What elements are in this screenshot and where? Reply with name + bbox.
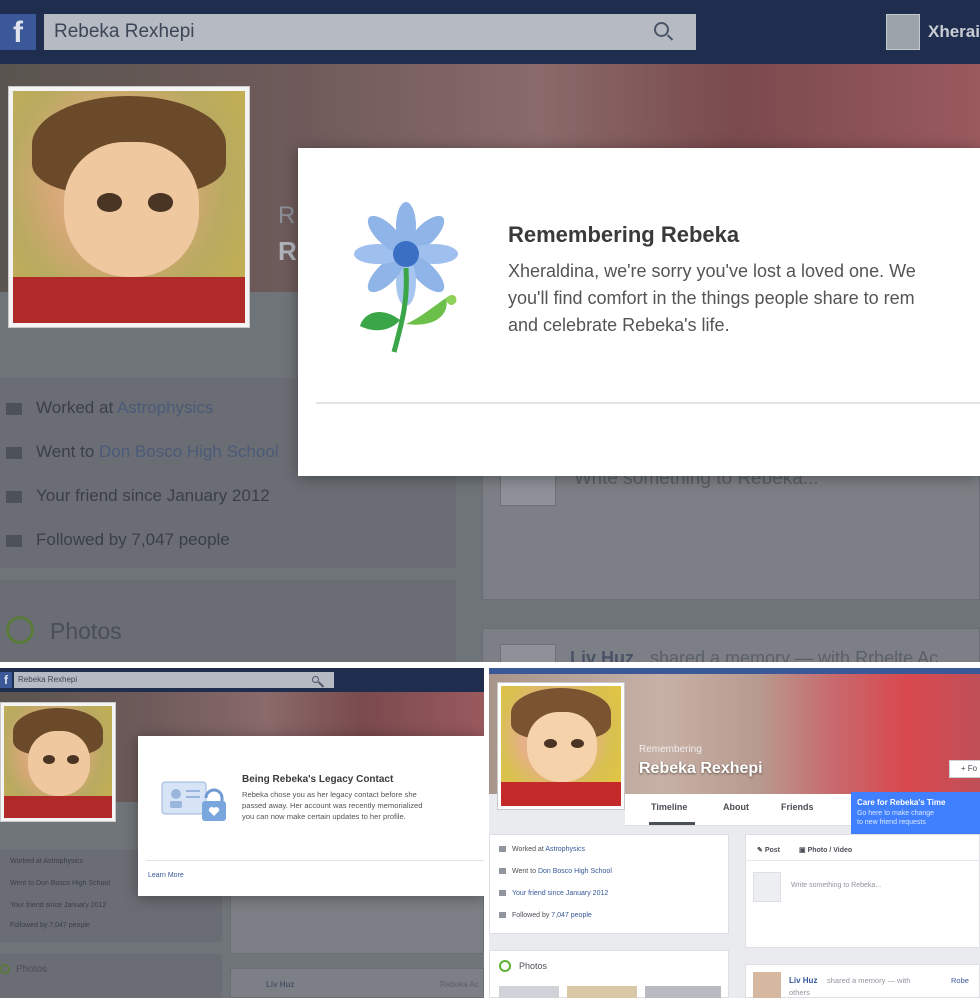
tab-about[interactable]: About <box>723 802 749 812</box>
legacy-card-icon <box>161 781 226 821</box>
post-tab[interactable]: ✎ Post <box>757 846 780 854</box>
search-icon[interactable] <box>654 22 669 37</box>
school-link[interactable]: Don Bosco High School <box>99 442 279 461</box>
profile-picture-profile[interactable] <box>497 682 625 810</box>
info-row-small: Your friend since January 2012 <box>10 902 107 909</box>
profile-name[interactable]: Rebeka Rexhepi <box>639 760 763 778</box>
search-icon-small[interactable] <box>312 676 319 683</box>
info-work: Worked at Astrophysics <box>6 398 213 418</box>
active-tab-indicator <box>649 822 695 825</box>
info-row-small: Followed by 7,047 people <box>10 922 90 929</box>
photo-thumbnail[interactable] <box>499 986 559 998</box>
photos-heading-profile[interactable]: Photos <box>519 961 547 971</box>
info-row-small: Went to Don Bosco High School <box>10 880 110 887</box>
tooltip-body: Go here to make change to new friend req… <box>857 810 935 826</box>
legacy-dialog-divider <box>146 860 484 861</box>
info-friend-since: Your friend since January 2012 <box>6 486 270 506</box>
memorial-screenshot: f Rebeka Rexhepi Xherai R R Worked at As… <box>0 0 980 662</box>
user-avatar[interactable] <box>886 14 920 50</box>
photo-thumbnail[interactable] <box>567 986 637 998</box>
feed-avatar-profile <box>753 972 781 998</box>
composer-divider <box>745 860 980 861</box>
graduation-icon <box>499 868 506 875</box>
tab-timeline[interactable]: Timeline <box>651 802 687 812</box>
photos-card-small <box>0 954 222 998</box>
tooltip-title: Care for Rebeka's Time <box>857 798 946 807</box>
cover-name-initial: R <box>278 202 296 229</box>
friend-icon <box>499 890 506 897</box>
legacy-dialog-message: Rebeka chose you as her legacy contact b… <box>242 790 423 821</box>
info-work-profile: Worked at Astrophysics <box>499 846 585 853</box>
profile-picture[interactable] <box>8 86 250 328</box>
feed-avatar <box>500 644 556 662</box>
feed-others[interactable]: others <box>789 988 810 997</box>
search-input[interactable]: Rebeka Rexhepi <box>44 14 696 50</box>
graduation-icon <box>6 446 22 459</box>
info-row-small: Worked at Astrophysics <box>10 858 84 865</box>
feed-description: shared a memory — with Rrbelte Ac <box>650 648 939 662</box>
feed-description-profile: shared a memory — with <box>827 976 911 985</box>
photo-thumbnail[interactable] <box>645 986 721 998</box>
facebook-logo-icon-small[interactable]: f <box>0 672 12 688</box>
photos-icon <box>6 616 34 644</box>
dialog-message: Xheraldina, we're sorry you've lost a lo… <box>508 261 916 335</box>
feed-author[interactable]: Liv Huz <box>570 648 634 662</box>
composer-input-profile[interactable]: Write something to Rebeka... <box>791 882 881 889</box>
top-navigation-bar: f Rebeka Rexhepi Xherai <box>0 0 980 64</box>
flower-icon <box>354 202 458 353</box>
feed-author-profile[interactable]: Liv Huz <box>789 976 817 985</box>
learn-more-link[interactable]: Learn More <box>148 872 184 879</box>
rss-icon <box>6 534 22 547</box>
photos-icon-profile <box>499 960 511 972</box>
info-followers-profile: Followed by 7,047 people <box>499 912 592 919</box>
user-name[interactable]: Xherai <box>928 22 980 42</box>
feed-tagged-name[interactable]: Robe <box>951 976 969 985</box>
legacy-contact-dialog: Being Rebeka's Legacy Contact Rebeka cho… <box>138 736 484 896</box>
info-followers: Followed by 7,047 people <box>6 530 230 550</box>
rss-icon <box>499 912 506 919</box>
work-link[interactable]: Astrophysics <box>117 398 213 417</box>
info-friend-since-profile: Your friend since January 2012 <box>499 890 608 897</box>
profile-photo-image <box>13 91 245 323</box>
info-school: Went to Don Bosco High School <box>6 442 279 462</box>
friend-icon <box>6 490 22 503</box>
tab-friends[interactable]: Friends <box>781 802 814 812</box>
briefcase-icon <box>499 846 506 853</box>
search-value: Rebeka Rexhepi <box>54 21 195 42</box>
composer-avatar-profile <box>753 872 781 902</box>
follow-button[interactable]: + Fo <box>949 760 980 778</box>
dialog-title: Remembering Rebeka <box>508 222 740 247</box>
feed-description-small: Rebeka Ac <box>440 980 479 989</box>
legacy-dialog-title: Being Rebeka's Legacy Contact <box>242 774 394 785</box>
legacy-contact-screenshot: f Rebeka Rexhepi Worked at Astrophysics … <box>0 668 484 998</box>
profile-picture-small[interactable] <box>0 702 116 822</box>
photo-video-tab[interactable]: ▣ Photo / Video <box>799 846 852 854</box>
remembering-label: Remembering <box>639 744 702 755</box>
dialog-divider <box>316 402 980 404</box>
briefcase-icon <box>6 402 22 415</box>
photos-heading[interactable]: Photos <box>50 618 122 645</box>
feed-author-small[interactable]: Liv Huz <box>266 980 294 989</box>
search-input-small[interactable]: Rebeka Rexhepi <box>14 672 334 688</box>
memorialized-profile-screenshot: Remembering Rebeka Rexhepi + Fo Timeline… <box>489 668 980 998</box>
facebook-logo-icon[interactable]: f <box>0 14 36 50</box>
info-school-profile: Went to Don Bosco High School <box>499 868 612 875</box>
photos-icon-small <box>0 964 10 974</box>
cover-name-initial-bold: R <box>278 236 297 266</box>
photos-heading-small[interactable]: Photos <box>16 964 47 975</box>
remembering-dialog: Remembering Rebeka Xheraldina, we're sor… <box>298 148 980 476</box>
top-bar-edge <box>489 668 980 674</box>
top-navigation-bar-small: f Rebeka Rexhepi <box>0 668 484 692</box>
